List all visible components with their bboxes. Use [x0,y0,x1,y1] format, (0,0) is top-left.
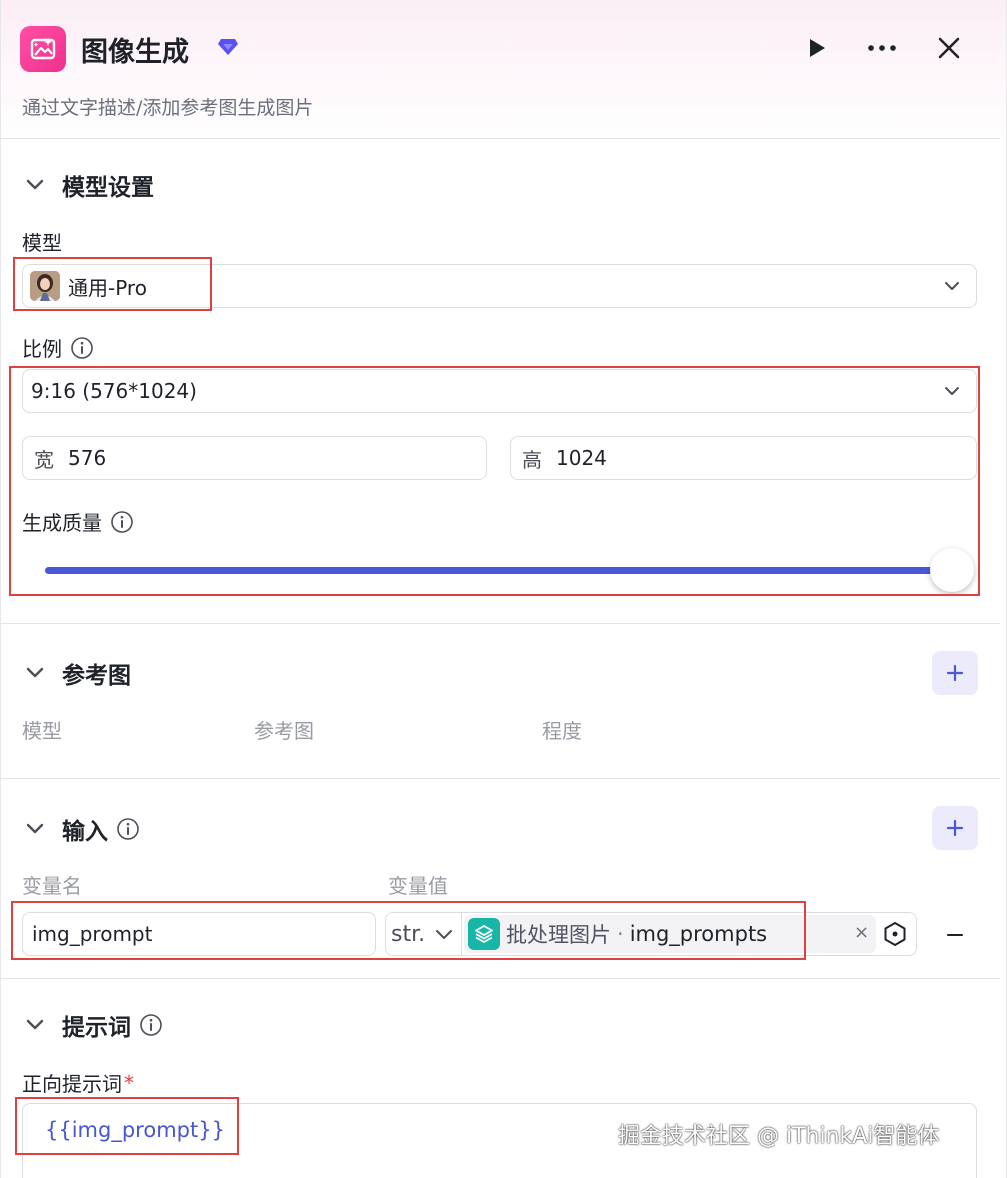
target-icon[interactable] [882,921,908,951]
chip-variable: img_prompts [629,922,768,946]
info-icon[interactable] [116,817,140,841]
chevron-down-icon [944,386,960,396]
add-reference-button[interactable] [932,651,978,695]
panel-border-left [0,0,1,1178]
add-input-button[interactable] [932,806,978,850]
section-model-settings[interactable]: 模型设置 [22,168,154,202]
more-icon [868,45,896,51]
quality-slider-thumb[interactable] [930,548,974,592]
quality-label: 生成质量 [22,511,102,535]
divider [0,623,1000,624]
remove-input-button[interactable] [940,920,970,950]
ratio-select[interactable]: 9:16 (576*1024) [22,369,977,413]
close-button[interactable] [931,30,967,66]
divider [0,138,1000,139]
divider [0,778,1000,779]
model-avatar [30,271,60,301]
chevron-down-icon [22,816,48,842]
info-icon[interactable] [139,1013,163,1037]
plus-icon [946,664,964,682]
page-title: 图像生成 [81,37,189,68]
height-value: 1024 [556,446,607,470]
diamond-icon [218,38,238,60]
quality-label-row: 生成质量 [22,507,134,536]
variable-name-input[interactable]: img_prompt [22,912,376,956]
positive-prompt-value: {{img_prompt}} [45,1118,225,1142]
section-title: 参考图 [62,663,131,689]
chip-source-node: 批处理图片 [506,923,611,947]
ratio-select-value: 9:16 (576*1024) [31,379,197,403]
chevron-down-icon [22,172,48,198]
plus-icon [946,819,964,837]
minus-icon [947,934,963,936]
ratio-label: 比例 [22,337,62,361]
section-reference[interactable]: 参考图 [22,656,131,690]
close-icon [938,37,960,59]
variable-name-value: img_prompt [32,922,153,946]
width-input[interactable]: 宽 576 [22,436,487,480]
section-title: 模型设置 [62,175,154,201]
chevron-down-icon [435,929,453,940]
page-subtitle: 通过文字描述/添加参考图生成图片 [22,97,314,119]
info-icon[interactable] [110,510,134,534]
more-button[interactable] [864,30,900,66]
section-input[interactable]: 输入 [22,812,140,846]
height-input[interactable]: 高 1024 [510,436,977,480]
ratio-label-row: 比例 [22,333,94,362]
model-select-value: 通用-Pro [68,275,147,300]
width-prefix: 宽 [34,447,54,472]
type-select[interactable]: str. [386,913,462,955]
chevron-down-icon [944,281,960,291]
clear-reference-button[interactable]: × [854,922,869,943]
info-icon[interactable] [70,336,94,360]
watermark: 掘金技术社区 @ iThinkAi智能体 [618,1124,940,1149]
layers-icon [468,918,500,950]
chip-separator: · [617,922,624,946]
play-icon [810,39,825,57]
model-select[interactable]: 通用-Pro [22,264,977,308]
section-title: 输入 [62,819,108,845]
section-prompt[interactable]: 提示词 [22,1008,163,1042]
type-select-value: str. [391,921,426,947]
divider [0,978,1000,979]
positive-prompt-label: 正向提示词 [22,1072,122,1096]
column-header-var-value: 变量值 [388,874,448,898]
chevron-down-icon [22,1012,48,1038]
chevron-down-icon [22,660,48,686]
model-label: 模型 [22,231,62,255]
width-value: 576 [68,446,107,470]
variable-value-field: str. 批处理图片 · img_prompts × [385,912,917,956]
variable-reference-chip[interactable]: 批处理图片 · img_prompts [464,915,876,953]
required-mark: * [124,1070,134,1095]
height-prefix: 高 [522,447,542,472]
run-button[interactable] [798,30,834,66]
column-header-reference: 参考图 [254,719,314,743]
quality-slider-track[interactable] [45,567,950,574]
positive-prompt-label-row: 正向提示词 * [22,1068,134,1097]
image-sparkle-icon [20,26,66,72]
column-header-strength: 程度 [542,719,582,743]
column-header-var-name: 变量名 [22,874,82,898]
column-header-model: 模型 [22,719,62,743]
section-title: 提示词 [62,1015,131,1041]
